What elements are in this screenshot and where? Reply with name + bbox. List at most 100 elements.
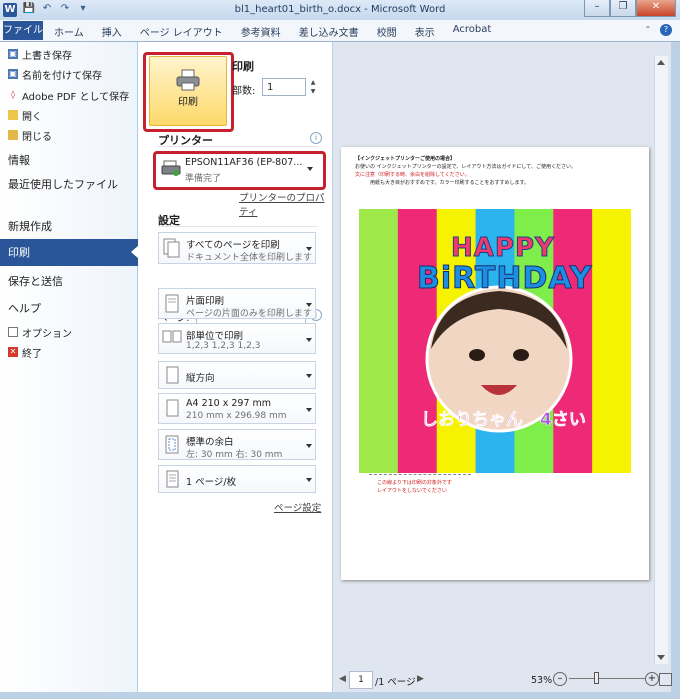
print-range-select[interactable]: すべてのページを印刷 ドキュメント全体を印刷します bbox=[158, 232, 316, 264]
nav-options[interactable]: オプション bbox=[8, 325, 72, 340]
nav-save-send[interactable]: 保存と送信 bbox=[8, 273, 63, 289]
collate-desc: 1,2,3 1,2,3 1,2,3 bbox=[186, 341, 261, 351]
fit-page-icon[interactable] bbox=[659, 673, 672, 686]
pages-icon bbox=[163, 238, 180, 258]
nav-help[interactable]: ヘルプ bbox=[8, 300, 41, 316]
paper-size-label: A4 210 x 297 mm bbox=[186, 398, 272, 409]
paper-size-icon bbox=[166, 399, 179, 417]
tab-review[interactable]: 校閲 bbox=[377, 24, 397, 39]
zoom-slider[interactable] bbox=[569, 678, 645, 679]
scroll-up-icon[interactable] bbox=[657, 60, 665, 65]
info-icon[interactable]: i bbox=[310, 132, 322, 144]
page-setup-link[interactable]: ページ設定 bbox=[274, 500, 321, 514]
copies-input[interactable]: 1 bbox=[262, 78, 306, 96]
paper-size-select[interactable]: A4 210 x 297 mm 210 mm x 296.98 mm bbox=[158, 393, 316, 424]
nav-info[interactable]: 情報 bbox=[8, 152, 30, 168]
tab-acrobat[interactable]: Acrobat bbox=[453, 24, 492, 39]
pdf-icon: ◊ bbox=[11, 90, 15, 99]
stripe bbox=[359, 209, 399, 473]
instruction-line-3: 文に注意（印刷する時、余白を削除してください。 bbox=[355, 172, 470, 178]
orientation-label: 縦方向 bbox=[186, 373, 215, 384]
preview-page: 【インクジェットプリンターご使用の場合】 お使いの インクジェットプリンターの設… bbox=[341, 147, 649, 580]
collate-label: 部単位で印刷 bbox=[186, 331, 244, 342]
divider bbox=[158, 146, 318, 147]
stripe bbox=[592, 209, 631, 473]
photo-eye bbox=[513, 349, 529, 361]
birthday-text: BiRTHDAY bbox=[416, 261, 593, 297]
close-icon[interactable]: ✕ bbox=[636, 0, 676, 17]
preview-scrollbar[interactable] bbox=[654, 56, 668, 664]
zoom-out-icon[interactable]: – bbox=[553, 672, 567, 686]
ribbon-tab-bar: ファイル ホーム 挿入 ページ レイアウト 参考資料 差し込み文書 校閲 表示 … bbox=[0, 20, 680, 42]
ribbon-collapse-icon[interactable]: ⌃ bbox=[642, 24, 654, 36]
print-range-label: すべてのページを印刷 bbox=[186, 240, 280, 251]
nav-recent[interactable]: 最近使用したファイル bbox=[8, 178, 118, 192]
print-preview-area: 【インクジェットプリンターご使用の場合】 お使いの インクジェットプリンターの設… bbox=[333, 42, 672, 692]
nav-save[interactable]: ▣ 上書き保存 bbox=[8, 47, 72, 62]
chevron-down-icon bbox=[306, 408, 312, 412]
footnote-1: この線より下は印刷の対象外です bbox=[377, 480, 452, 486]
tab-references[interactable]: 参考資料 bbox=[241, 24, 281, 39]
nav-options-label: オプション bbox=[22, 328, 72, 340]
nav-new[interactable]: 新規作成 bbox=[8, 218, 52, 234]
nav-close-label: 閉じる bbox=[22, 131, 52, 143]
tab-view[interactable]: 表示 bbox=[415, 24, 435, 39]
restore-icon[interactable]: ❐ bbox=[610, 0, 636, 17]
backstage-nav: ▣ 上書き保存 ▣ 名前を付けて保存 ◊ Adobe PDF として保存 開く … bbox=[0, 42, 139, 692]
nav-close[interactable]: 閉じる bbox=[8, 128, 52, 143]
chevron-down-icon bbox=[306, 338, 312, 342]
copies-stepper[interactable]: ▲ ▼ bbox=[308, 78, 318, 96]
printer-properties-link[interactable]: プリンターのプロパティ bbox=[239, 190, 332, 218]
instruction-line-2: お使いの インクジェットプリンターの設定で、レイアウト方法はガイドにして、ご使用… bbox=[355, 164, 576, 170]
window-bottom-border bbox=[0, 692, 680, 699]
print-range-desc: ドキュメント全体を印刷します bbox=[186, 253, 313, 263]
orientation-select[interactable]: 縦方向 bbox=[158, 361, 316, 389]
duplex-select[interactable]: 片面印刷 ページの片面のみを印刷します bbox=[158, 288, 316, 319]
nav-save-label: 上書き保存 bbox=[22, 50, 72, 62]
nav-open[interactable]: 開く bbox=[8, 108, 42, 123]
tab-insert[interactable]: 挿入 bbox=[102, 24, 122, 39]
next-page-icon[interactable]: ▶ bbox=[417, 674, 424, 684]
current-page-input[interactable]: 1 bbox=[349, 671, 373, 689]
scroll-down-icon[interactable] bbox=[657, 655, 665, 660]
pages-per-sheet-select[interactable]: 1 ページ/枚 bbox=[158, 465, 316, 493]
tab-home[interactable]: ホーム bbox=[54, 24, 84, 39]
tab-file[interactable]: ファイル bbox=[3, 21, 43, 40]
options-icon bbox=[8, 327, 18, 337]
exit-icon: ✕ bbox=[8, 347, 18, 357]
nav-print[interactable]: 印刷 bbox=[0, 239, 139, 266]
pages-per-sheet-icon bbox=[166, 470, 179, 488]
collate-select[interactable]: 部単位で印刷 1,2,3 1,2,3 1,2,3 bbox=[158, 323, 316, 354]
help-icon[interactable]: ? bbox=[660, 24, 672, 36]
nav-open-label: 開く bbox=[22, 111, 42, 123]
preview-navigation-bar: ◀ 1 /1 ページ ▶ 53% – + bbox=[333, 670, 672, 692]
total-pages-label: /1 ページ bbox=[375, 677, 416, 688]
previous-page-icon[interactable]: ◀ bbox=[339, 674, 346, 684]
zoom-slider-thumb[interactable] bbox=[593, 672, 599, 684]
nav-exit-label: 終了 bbox=[22, 348, 42, 360]
margins-desc: 左: 30 mm 右: 30 mm bbox=[186, 450, 283, 460]
nav-exit[interactable]: ✕ 終了 bbox=[8, 345, 42, 360]
chevron-down-icon bbox=[306, 374, 312, 378]
tab-mailings[interactable]: 差し込み文書 bbox=[299, 24, 359, 39]
close-folder-icon bbox=[8, 130, 18, 140]
margins-select[interactable]: 標準の余白 左: 30 mm 右: 30 mm bbox=[158, 429, 316, 460]
nav-save-as[interactable]: ▣ 名前を付けて保存 bbox=[8, 67, 102, 82]
happy-text: HAPPY bbox=[451, 233, 555, 264]
chevron-down-icon bbox=[306, 444, 312, 448]
nav-save-pdf[interactable]: ◊ Adobe PDF として保存 bbox=[8, 88, 130, 103]
nav-save-pdf-label: Adobe PDF として保存 bbox=[22, 91, 130, 103]
zoom-percent[interactable]: 53% bbox=[531, 675, 552, 686]
paper-size-desc: 210 mm x 296.98 mm bbox=[186, 411, 287, 421]
ribbon-tabs: ホーム 挿入 ページ レイアウト 参考資料 差し込み文書 校閲 表示 Acrob… bbox=[54, 24, 491, 39]
chevron-down-icon bbox=[306, 478, 312, 482]
title-bar: W 💾 ↶ ↷ ▾ bl1_heart01_birth_o.docx - Mic… bbox=[0, 0, 680, 21]
minimize-icon[interactable]: – bbox=[584, 0, 610, 17]
zoom-in-icon[interactable]: + bbox=[645, 672, 659, 686]
cut-line bbox=[369, 474, 471, 475]
margins-icon bbox=[165, 435, 179, 454]
tab-page-layout[interactable]: ページ レイアウト bbox=[140, 24, 223, 39]
print-settings-panel: 印刷 印刷 部数: 1 ▲ ▼ プリンター i EPSON11AF36 (EP-8… bbox=[138, 42, 332, 692]
portrait-icon bbox=[166, 366, 179, 384]
footnote-2: レイアウトをしないでください bbox=[377, 488, 447, 494]
